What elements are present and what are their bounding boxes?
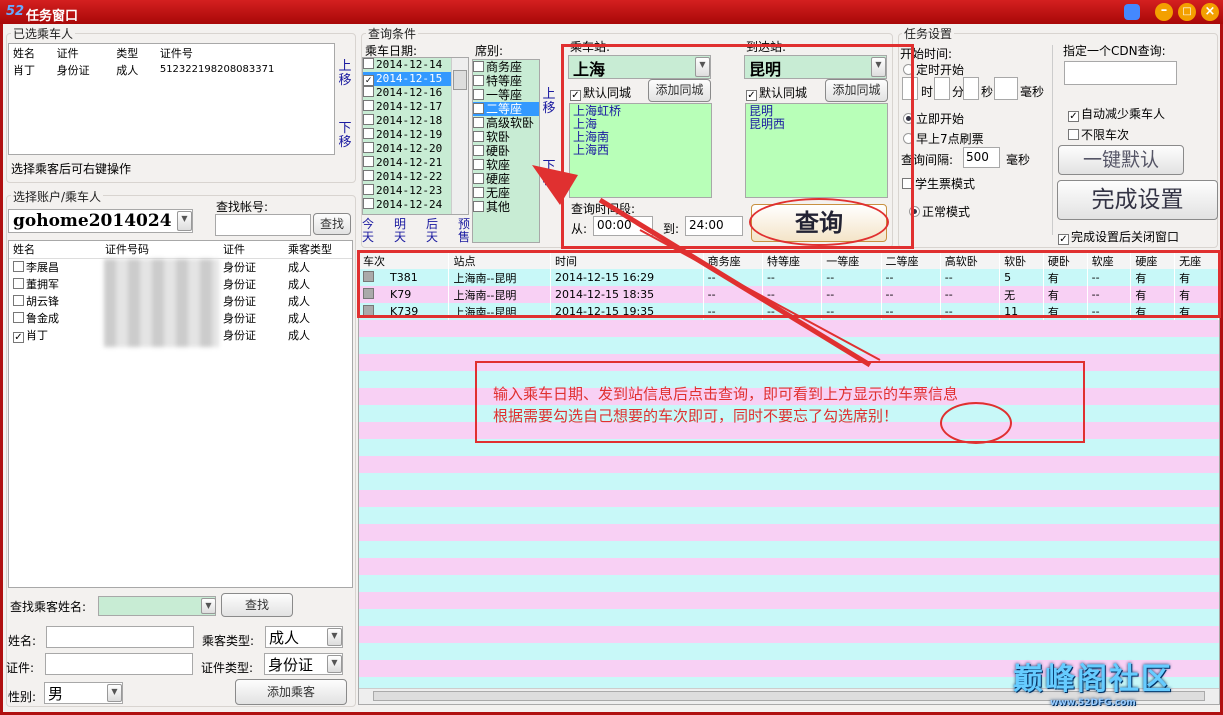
highlight-circle-seat <box>940 402 1012 444</box>
watermark-text: 巅峰阁社区 <box>1013 662 1173 697</box>
annotation-arrows <box>532 165 881 368</box>
arrow-head <box>532 165 578 205</box>
arrow-line <box>639 229 881 361</box>
watermark-url: www.52DFG.com <box>1050 698 1136 708</box>
watermark: 巅峰阁社区 www.52DFG.com <box>1013 654 1173 708</box>
